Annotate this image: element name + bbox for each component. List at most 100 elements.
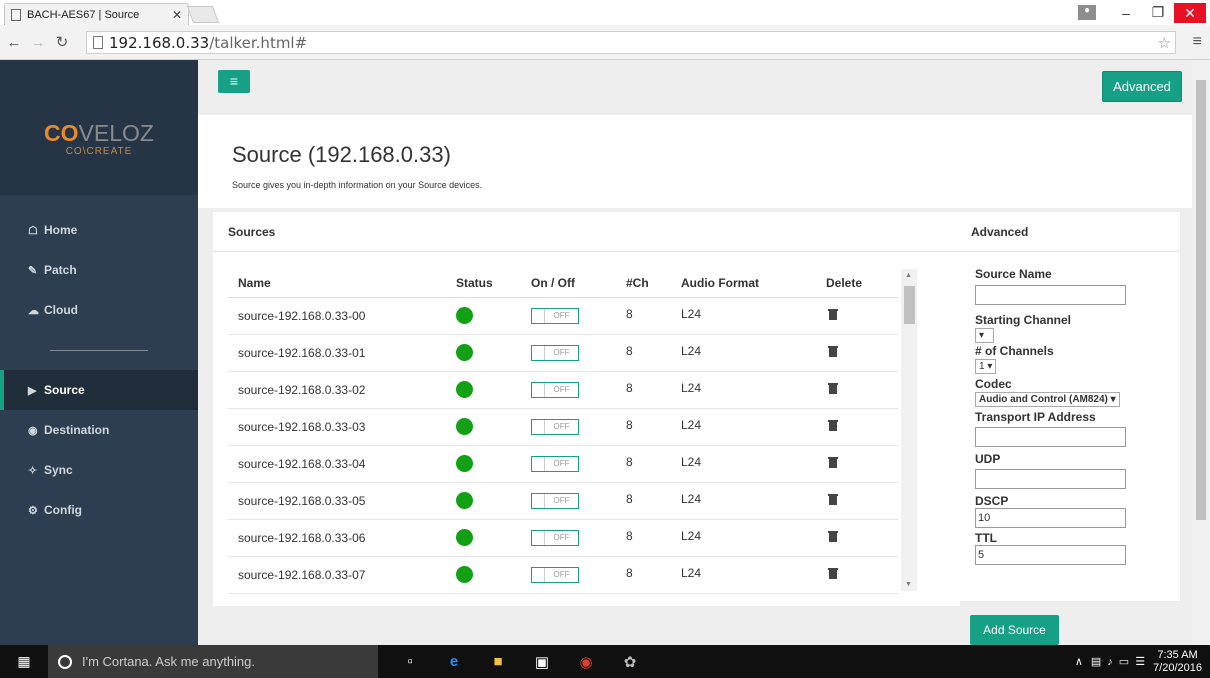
audio-format: L24 xyxy=(671,334,816,372)
channel-count: 8 xyxy=(616,334,671,372)
chrome-icon[interactable]: ◉ xyxy=(564,653,608,671)
new-tab-button[interactable] xyxy=(186,6,220,23)
num-channels-select[interactable]: 1 ▾ xyxy=(975,359,997,374)
column-header-audio-format: Audio Format xyxy=(671,269,816,298)
column-header-delete: Delete xyxy=(816,269,898,298)
advanced-button[interactable]: Advanced xyxy=(1102,71,1182,102)
dscp-input[interactable]: 10 xyxy=(975,508,1126,528)
bookmark-star-icon[interactable]: ☆ xyxy=(1158,34,1171,52)
sidebar-item-destination[interactable]: ◉ Destination xyxy=(0,410,198,450)
cortana-search-box[interactable]: I'm Cortana. Ask me anything. xyxy=(48,645,378,678)
source-name: source-192.168.0.33-05 xyxy=(228,482,446,520)
trash-icon[interactable] xyxy=(828,346,838,357)
task-view-icon[interactable]: ▫ xyxy=(388,653,432,671)
scroll-thumb[interactable] xyxy=(904,286,915,324)
sidebar-item-config[interactable]: ⚙ Config xyxy=(0,490,198,530)
close-window-icon[interactable]: ✕ xyxy=(1174,2,1206,23)
channel-count: 8 xyxy=(616,482,671,520)
channel-count: 8 xyxy=(616,556,671,594)
cloud-icon: ☁ xyxy=(28,304,39,317)
add-source-button[interactable]: Add Source xyxy=(970,615,1059,645)
status-indicator xyxy=(456,529,473,546)
url-host: 192.168.0.33 xyxy=(109,33,210,52)
reload-icon[interactable]: ↻ xyxy=(52,33,72,51)
on-off-toggle[interactable]: OFF xyxy=(531,455,579,472)
udp-input[interactable] xyxy=(975,469,1126,489)
status-indicator xyxy=(456,492,473,509)
notifications-icon[interactable]: ☰ xyxy=(1135,655,1145,668)
edge-browser-icon[interactable]: e xyxy=(432,653,476,671)
tray-expand-icon[interactable]: ∧ xyxy=(1075,655,1083,668)
on-off-toggle[interactable]: OFF xyxy=(531,307,579,324)
table-row: source-192.168.0.33-02 OFF 8 L24 xyxy=(228,371,898,409)
table-row: source-192.168.0.33-01 OFF 8 L24 xyxy=(228,334,898,372)
num-channels-label: # of Channels xyxy=(975,344,1054,358)
udp-label: UDP xyxy=(975,452,1001,466)
edit-icon: ✎ xyxy=(28,264,38,277)
trash-icon[interactable] xyxy=(828,457,838,468)
on-off-toggle[interactable]: OFF xyxy=(531,381,579,398)
on-off-toggle[interactable]: OFF xyxy=(531,344,579,361)
channel-count: 8 xyxy=(616,371,671,409)
volume-icon[interactable]: ♪ xyxy=(1107,656,1113,668)
trash-icon[interactable] xyxy=(828,568,838,579)
trash-icon[interactable] xyxy=(828,309,838,320)
sidebar-divider xyxy=(0,330,198,370)
source-icon: ▶ xyxy=(28,384,37,397)
sidebar-item-source[interactable]: ▶ Source xyxy=(0,370,198,410)
channel-count: 8 xyxy=(616,519,671,557)
scroll-down-icon[interactable]: ▼ xyxy=(905,581,912,588)
network-icon[interactable]: ▤ xyxy=(1091,655,1101,668)
battery-icon[interactable]: ▭ xyxy=(1119,655,1129,668)
back-icon[interactable]: ← xyxy=(4,34,24,51)
brand-logo: COVELOZ CO\CREATE xyxy=(0,60,198,195)
sidebar-item-home[interactable]: ☖ Home xyxy=(0,210,198,250)
trash-icon[interactable] xyxy=(828,420,838,431)
sources-panel: Sources Name Status On / Off #Ch Audio F… xyxy=(213,212,960,606)
on-off-toggle[interactable]: OFF xyxy=(531,492,579,509)
transport-ip-input[interactable] xyxy=(975,427,1126,447)
source-name: source-192.168.0.33-00 xyxy=(228,297,446,335)
on-off-toggle[interactable]: OFF xyxy=(531,529,579,546)
close-tab-icon[interactable]: ✕ xyxy=(172,8,182,22)
logo-subtext: CO\CREATE xyxy=(65,146,133,157)
table-row: source-192.168.0.33-05 OFF 8 L24 xyxy=(228,482,898,520)
paint-icon[interactable]: ✿ xyxy=(608,653,652,671)
on-off-toggle[interactable]: OFF xyxy=(531,566,579,583)
file-explorer-icon[interactable]: ■ xyxy=(476,653,520,671)
logo-text: COVELOZ xyxy=(44,120,154,146)
menu-toggle-button[interactable]: ≡ xyxy=(218,70,250,93)
ttl-input[interactable]: 5 xyxy=(975,545,1126,565)
starting-channel-select[interactable]: ▾ xyxy=(975,328,994,343)
home-icon: ☖ xyxy=(28,224,38,237)
scroll-up-icon[interactable]: ▲ xyxy=(905,272,912,279)
table-row: source-192.168.0.33-07 OFF 8 L24 xyxy=(228,556,898,594)
status-indicator xyxy=(456,344,473,361)
browser-menu-icon[interactable]: ≡ xyxy=(1193,33,1202,51)
store-icon[interactable]: ▣ xyxy=(520,653,564,671)
browser-tab[interactable]: BACH-AES67 | Source ✕ xyxy=(4,3,189,25)
table-scrollbar[interactable]: ▲ ▼ xyxy=(901,269,917,591)
page-scrollbar[interactable] xyxy=(1192,60,1210,645)
windows-taskbar: ▦ I'm Cortana. Ask me anything. ▫ e ■ ▣ … xyxy=(0,645,1210,678)
page-scroll-thumb[interactable] xyxy=(1196,80,1206,520)
maximize-icon[interactable]: ❐ xyxy=(1142,4,1174,21)
forward-icon[interactable]: → xyxy=(28,34,48,51)
sidebar-item-cloud[interactable]: ☁ Cloud xyxy=(0,290,198,330)
codec-select[interactable]: Audio and Control (AM824) ▾ xyxy=(975,392,1120,407)
source-name-input[interactable] xyxy=(975,285,1126,305)
sidebar-item-patch[interactable]: ✎ Patch xyxy=(0,250,198,290)
top-bar: ≡ Advanced xyxy=(198,60,1192,115)
windows-start-icon[interactable]: ▦ xyxy=(0,653,48,670)
on-off-toggle[interactable]: OFF xyxy=(531,418,579,435)
sidebar-item-sync[interactable]: ✧ Sync xyxy=(0,450,198,490)
clock[interactable]: 7:35 AM 7/20/2016 xyxy=(1153,649,1202,675)
taskbar-apps: ▫ e ■ ▣ ◉ ✿ xyxy=(388,653,652,671)
trash-icon[interactable] xyxy=(828,531,838,542)
user-icon[interactable]: ● xyxy=(1078,5,1096,20)
minimize-icon[interactable]: – xyxy=(1110,5,1142,21)
trash-icon[interactable] xyxy=(828,383,838,394)
channel-count: 8 xyxy=(616,408,671,446)
url-input[interactable]: 192.168.0.33/talker.html# ☆ xyxy=(86,31,1176,54)
trash-icon[interactable] xyxy=(828,494,838,505)
